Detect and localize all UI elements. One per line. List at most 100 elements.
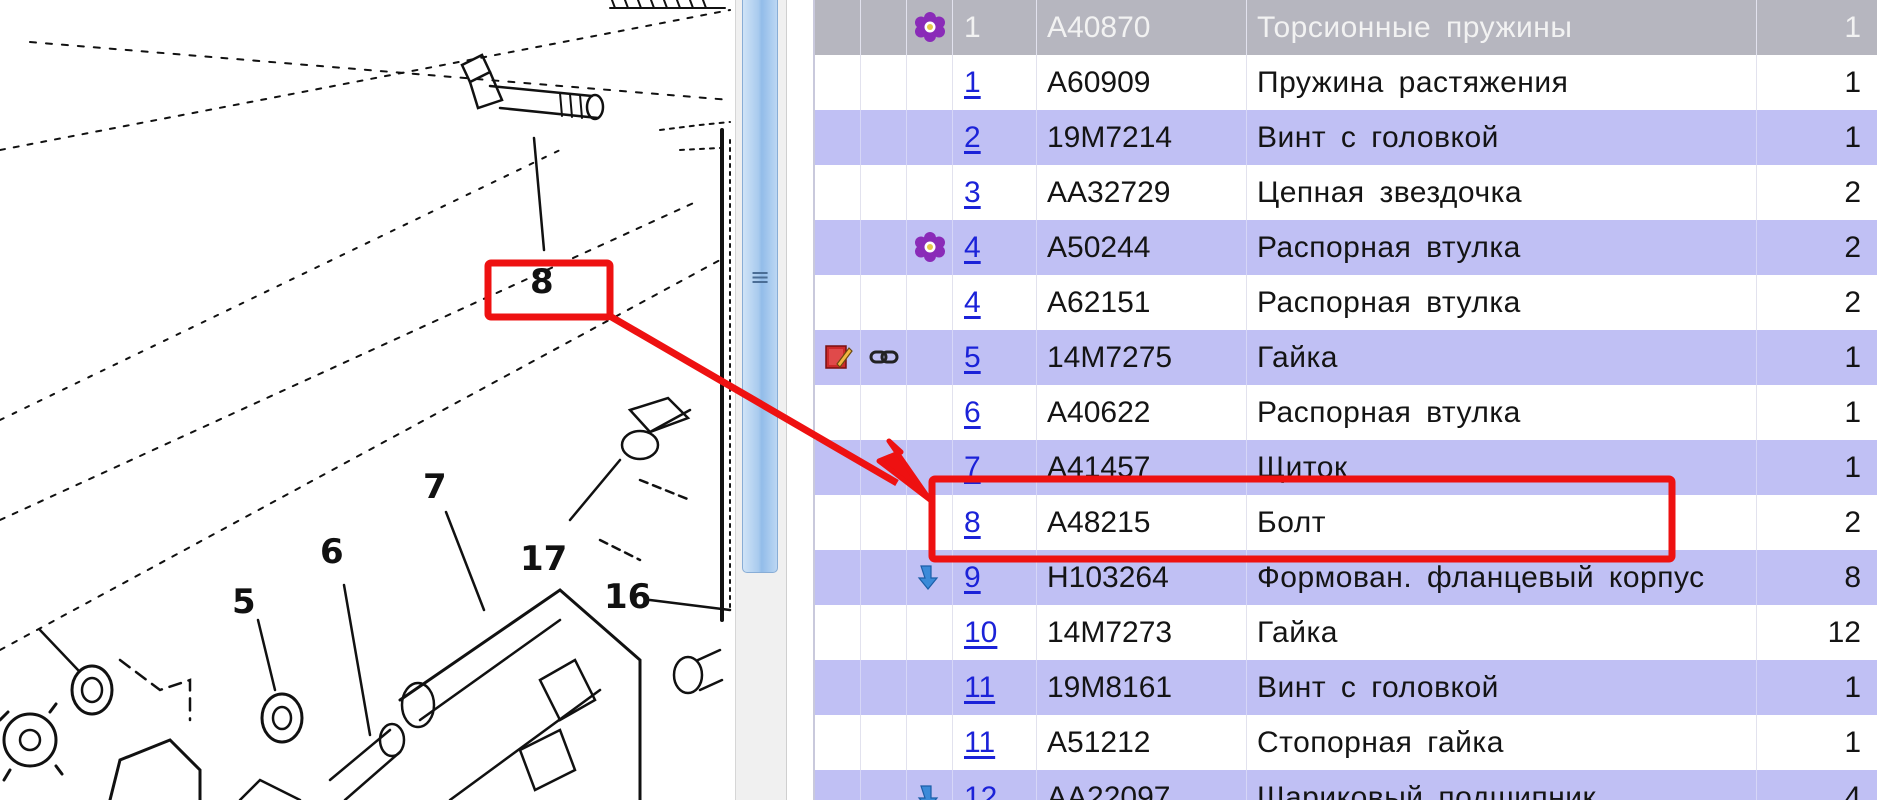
quantity-cell: 2 bbox=[1844, 231, 1861, 264]
position-cell: 7 bbox=[953, 440, 1037, 495]
icon-cell-1 bbox=[815, 770, 861, 800]
icon-cell-3 bbox=[907, 330, 953, 385]
callout-17[interactable]: 17 bbox=[520, 542, 567, 576]
table-row[interactable]: 1 A60909 Пружина растяжения 1 bbox=[815, 55, 1877, 110]
position-link[interactable]: 11 bbox=[964, 671, 995, 704]
position-cell: 8 bbox=[953, 495, 1037, 550]
part-name-cell: Щиток bbox=[1247, 440, 1757, 495]
flower-marker-icon[interactable] bbox=[915, 12, 945, 42]
part-name-cell: Стопорная гайка bbox=[1247, 715, 1757, 770]
part-code-cell: 14M7273 bbox=[1037, 605, 1247, 660]
part-code-cell: A41457 bbox=[1037, 440, 1247, 495]
callout-8[interactable]: 8 bbox=[530, 265, 554, 299]
position-cell: 12 bbox=[953, 770, 1037, 800]
quantity-cell: 1 bbox=[1844, 671, 1861, 704]
table-row[interactable]: 11 A51212 Стопорная гайка 1 bbox=[815, 715, 1877, 770]
position-link[interactable]: 12 bbox=[964, 781, 997, 800]
position-link[interactable]: 6 bbox=[964, 396, 981, 429]
icon-cell-1 bbox=[815, 55, 861, 110]
icon-cell-2 bbox=[861, 715, 907, 770]
icon-cell-2 bbox=[861, 440, 907, 495]
position-link[interactable]: 1 bbox=[964, 66, 981, 99]
icon-cell-3 bbox=[907, 0, 953, 55]
icon-cell-2 bbox=[861, 0, 907, 55]
pane-splitter[interactable]: ≡ bbox=[735, 0, 787, 800]
quantity-cell: 2 bbox=[1844, 286, 1861, 319]
move-arrow-icon[interactable] bbox=[915, 562, 945, 592]
note-edit-icon[interactable] bbox=[823, 342, 853, 372]
position-cell: 4 bbox=[953, 275, 1037, 330]
part-code-cell: AA22097 bbox=[1037, 770, 1247, 800]
position-link[interactable]: 9 bbox=[964, 561, 981, 594]
position-cell: 1 bbox=[953, 55, 1037, 110]
callout-5[interactable]: 5 bbox=[232, 585, 256, 619]
flower-marker-icon[interactable] bbox=[915, 232, 945, 262]
icon-cell-2 bbox=[861, 385, 907, 440]
part-code-cell: A48215 bbox=[1037, 495, 1247, 550]
part-code-cell: A40870 bbox=[1037, 0, 1247, 55]
table-row[interactable]: 4 A62151 Распорная втулка 2 bbox=[815, 275, 1877, 330]
move-arrow-icon[interactable] bbox=[915, 782, 945, 800]
position-cell: 5 bbox=[953, 330, 1037, 385]
icon-cell-3 bbox=[907, 385, 953, 440]
part-code-cell: A50244 bbox=[1037, 220, 1247, 275]
icon-cell-3 bbox=[907, 165, 953, 220]
quantity-cell: 1 bbox=[1844, 66, 1861, 99]
table-row[interactable]: 12 AA22097 Шариковый подшипник 4 bbox=[815, 770, 1877, 800]
icon-cell-3 bbox=[907, 770, 953, 800]
callout-7[interactable]: 7 bbox=[423, 470, 447, 504]
quantity-cell: 1 bbox=[1844, 451, 1861, 484]
part-code-cell: A51212 bbox=[1037, 715, 1247, 770]
position-cell: 11 bbox=[953, 715, 1037, 770]
icon-cell-1 bbox=[815, 605, 861, 660]
quantity-cell: 12 bbox=[1827, 616, 1861, 649]
position-link[interactable]: 2 bbox=[964, 121, 981, 154]
icon-cell-1 bbox=[815, 660, 861, 715]
table-row[interactable]: 1 A40870 Торсионные пружины 1 bbox=[815, 0, 1877, 55]
table-row[interactable]: 11 19M8161 Винт с головкой 1 bbox=[815, 660, 1877, 715]
part-name-cell: Винт с головкой bbox=[1247, 110, 1757, 165]
table-row[interactable]: 2 19M7214 Винт с головкой 1 bbox=[815, 110, 1877, 165]
part-name-cell: Торсионные пружины bbox=[1247, 0, 1757, 55]
icon-cell-2 bbox=[861, 275, 907, 330]
position-link[interactable]: 4 bbox=[964, 231, 981, 264]
part-name-cell: Распорная втулка bbox=[1247, 385, 1757, 440]
quantity-cell: 2 bbox=[1844, 176, 1861, 209]
icon-cell-1 bbox=[815, 165, 861, 220]
part-name-cell: Болт bbox=[1247, 495, 1757, 550]
table-row[interactable]: 6 A40622 Распорная втулка 1 bbox=[815, 385, 1877, 440]
icon-cell-2 bbox=[861, 110, 907, 165]
part-name-cell: Винт с головкой bbox=[1247, 660, 1757, 715]
part-name-cell: Гайка bbox=[1247, 330, 1757, 385]
callout-16[interactable]: 16 bbox=[604, 580, 651, 614]
table-row[interactable]: 8 A48215 Болт 2 bbox=[815, 495, 1877, 550]
icon-cell-1 bbox=[815, 275, 861, 330]
position-link[interactable]: 7 bbox=[964, 451, 981, 484]
chain-link-icon[interactable] bbox=[869, 342, 899, 372]
part-code-cell: A40622 bbox=[1037, 385, 1247, 440]
icon-cell-1 bbox=[815, 110, 861, 165]
table-row[interactable]: 4 A50244 Распорная втулка 2 bbox=[815, 220, 1877, 275]
position-link[interactable]: 11 bbox=[964, 726, 995, 759]
position-link[interactable]: 5 bbox=[964, 341, 981, 374]
position-cell: 10 bbox=[953, 605, 1037, 660]
quantity-cell: 1 bbox=[1844, 121, 1861, 154]
position-link[interactable]: 8 bbox=[964, 506, 981, 539]
part-name-cell: Формован. фланцевый корпус bbox=[1247, 550, 1757, 605]
callout-6[interactable]: 6 bbox=[320, 535, 344, 569]
quantity-cell: 4 bbox=[1844, 781, 1861, 800]
icon-cell-3 bbox=[907, 715, 953, 770]
icon-cell-2 bbox=[861, 220, 907, 275]
part-code-cell: A62151 bbox=[1037, 275, 1247, 330]
position-link[interactable]: 4 bbox=[964, 286, 981, 319]
table-row[interactable]: 5 14M7275 Гайка 1 bbox=[815, 330, 1877, 385]
table-row[interactable]: 9 H103264 Формован. фланцевый корпус 8 bbox=[815, 550, 1877, 605]
table-row[interactable]: 10 14M7273 Гайка 12 bbox=[815, 605, 1877, 660]
position-cell: 9 bbox=[953, 550, 1037, 605]
position-link[interactable]: 3 bbox=[964, 176, 981, 209]
table-row[interactable]: 7 A41457 Щиток 1 bbox=[815, 440, 1877, 495]
icon-cell-1 bbox=[815, 330, 861, 385]
table-row[interactable]: 3 AA32729 Цепная звездочка 2 bbox=[815, 165, 1877, 220]
grip-lines-icon[interactable]: ≡ bbox=[749, 264, 771, 290]
position-link[interactable]: 10 bbox=[964, 616, 997, 649]
